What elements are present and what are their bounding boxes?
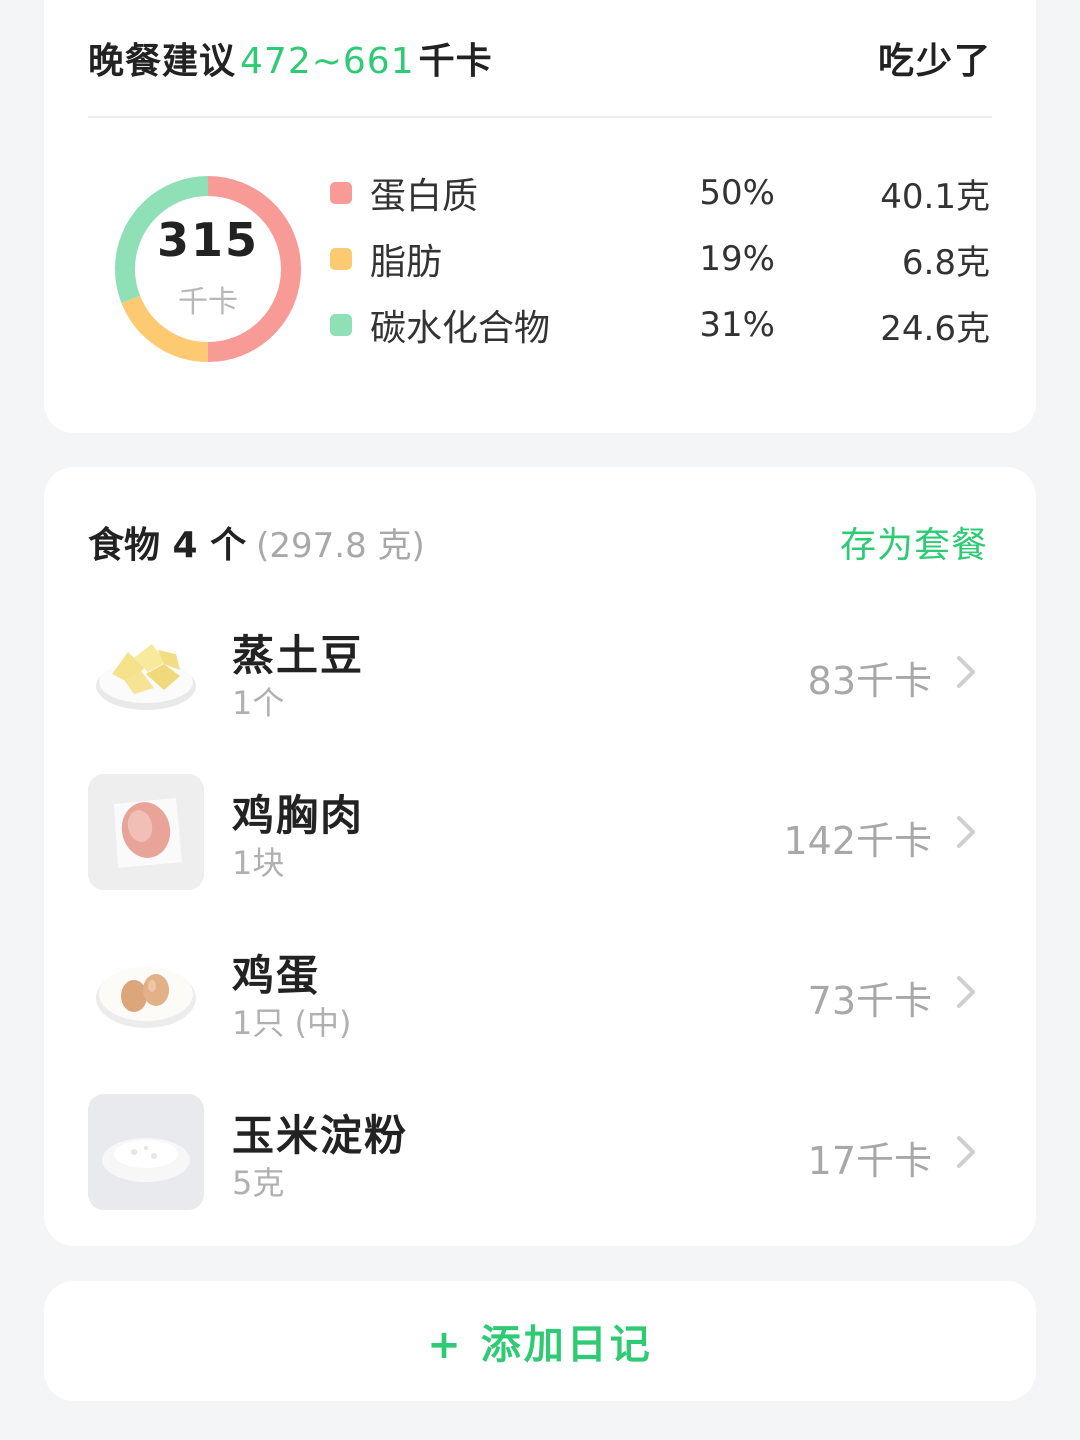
fat-color-dot (330, 248, 352, 270)
macro-list: 蛋白质 50% 40.1克 脂肪 19% 6.8克 碳水化合物 31% 24.6… (330, 160, 990, 358)
chevron-right-icon (957, 816, 975, 848)
food-item-cornstarch[interactable]: 玉米淀粉 5克 17千卡 (88, 1094, 992, 1210)
food-total-weight: (297.8 克) (256, 526, 425, 566)
macro-name: 蛋白质 (370, 176, 479, 217)
macro-amount: 6.8克 (901, 242, 990, 283)
food-kcal: 17千卡 (807, 1139, 932, 1183)
food-count-title: 食物 4 个 (297.8 克) (88, 516, 425, 568)
food-item-chicken-breast[interactable]: 鸡胸肉 1块 142千卡 (88, 774, 992, 890)
food-item-steamed-potato[interactable]: 蒸土豆 1个 83千卡 (88, 614, 992, 730)
macro-amount: 24.6克 (880, 308, 990, 349)
meal-label: 晚餐建议 (88, 41, 237, 82)
add-diary-label: + 添加日记 (427, 1322, 653, 1368)
meal-suggestion-title: 晚餐建议 472~661 千卡 (88, 32, 493, 84)
food-kcal: 142千卡 (783, 819, 932, 863)
meal-summary-card: 晚餐建议 472~661 千卡 吃少了 315 千卡 蛋白质 50% 40.1克 脂… (44, 0, 1036, 433)
food-quantity: 1个 (232, 684, 285, 722)
food-name: 鸡蛋 (232, 951, 321, 1000)
food-kcal: 83千卡 (807, 659, 932, 703)
macro-row-protein: 蛋白质 50% 40.1克 (330, 160, 990, 226)
add-diary-button[interactable]: + 添加日记 (44, 1281, 1036, 1401)
protein-color-dot (330, 182, 352, 204)
donut-center: 315 千卡 (112, 173, 304, 365)
cornstarch-photo (88, 1094, 204, 1210)
food-kcal: 73千卡 (807, 979, 932, 1023)
chevron-right-icon (957, 1136, 975, 1168)
food-quantity: 1块 (232, 844, 285, 882)
macro-row-carbs: 碳水化合物 31% 24.6克 (330, 292, 990, 358)
chevron-right-icon (957, 656, 975, 688)
ate-less-button[interactable]: 吃少了 (878, 32, 992, 84)
total-kcal-value: 315 (156, 213, 260, 267)
food-count: 食物 4 个 (88, 525, 247, 566)
food-name: 鸡胸肉 (232, 791, 365, 840)
steamed-potato-photo (88, 614, 204, 730)
macro-row-fat: 脂肪 19% 6.8克 (330, 226, 990, 292)
chicken-breast-photo (88, 774, 204, 890)
macro-percent: 31% (699, 305, 775, 345)
macro-percent: 50% (699, 173, 775, 213)
macro-name: 碳水化合物 (370, 308, 551, 349)
eggs-photo (88, 934, 204, 1050)
kcal-range: 472~661 (240, 41, 415, 82)
food-quantity: 5克 (232, 1164, 285, 1202)
chevron-right-icon (957, 976, 975, 1008)
macro-amount: 40.1克 (880, 176, 990, 217)
food-name: 玉米淀粉 (232, 1111, 409, 1160)
food-list-header: 食物 4 个 (297.8 克) 存为套餐 (88, 517, 988, 567)
macro-name: 脂肪 (370, 242, 443, 283)
macro-percent: 19% (699, 239, 775, 279)
carbs-color-dot (330, 314, 352, 336)
food-item-eggs[interactable]: 鸡蛋 1只 (中) 73千卡 (88, 934, 992, 1050)
total-kcal-unit: 千卡 (178, 285, 238, 320)
food-name: 蒸土豆 (232, 631, 365, 680)
food-list-card: 食物 4 个 (297.8 克) 存为套餐 蒸土豆 1个 83千卡 鸡胸肉 1块… (44, 467, 1036, 1246)
kcal-unit: 千卡 (418, 41, 493, 82)
meal-summary-header: 晚餐建议 472~661 千卡 吃少了 (88, 0, 992, 118)
save-as-combo-button[interactable]: 存为套餐 (840, 516, 988, 568)
food-quantity: 1只 (中) (232, 1004, 352, 1042)
